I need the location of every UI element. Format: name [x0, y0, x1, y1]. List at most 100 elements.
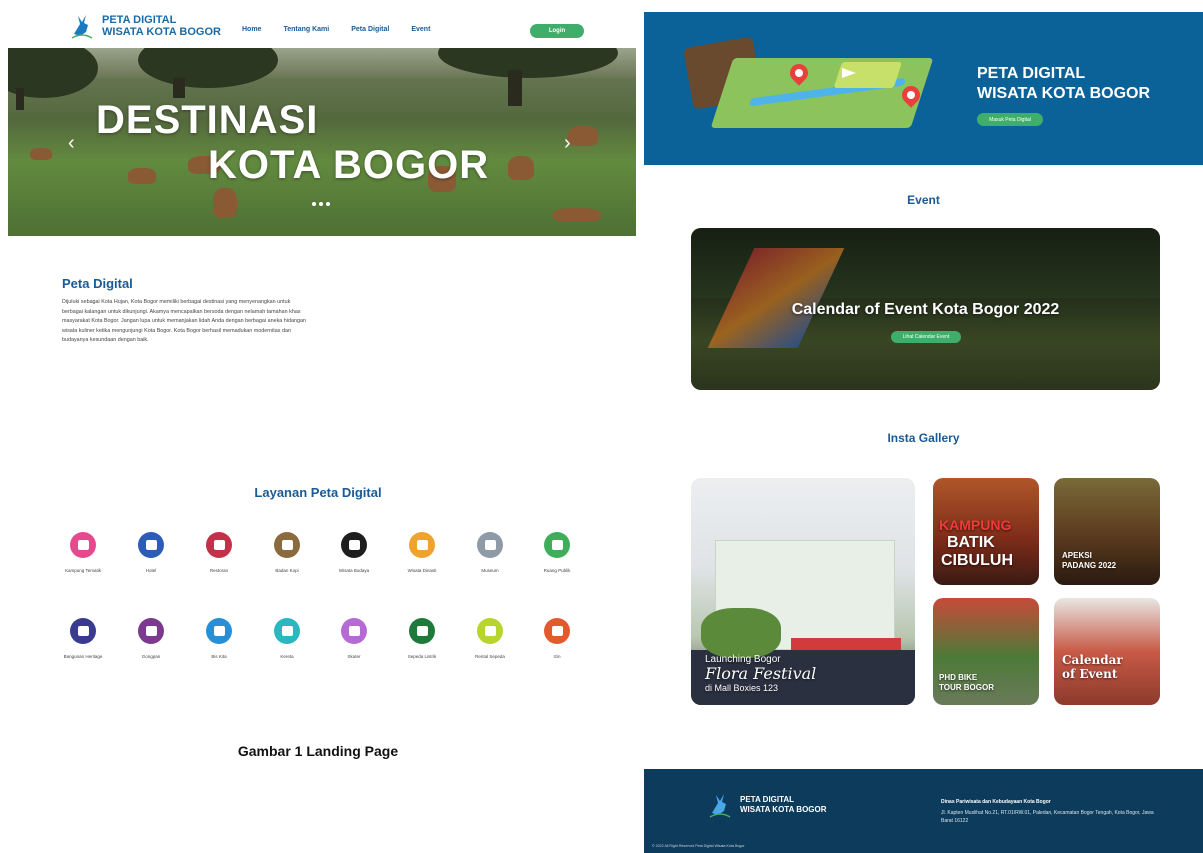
hero-trunk	[173, 78, 185, 98]
brand-logo[interactable]: PETA DIGITAL WISATA KOTA BOGOR	[68, 12, 221, 40]
banner-title: PETA DIGITAL WISATA KOTA BOGOR	[977, 64, 1150, 104]
service-item[interactable]: Gongpan	[116, 618, 186, 659]
bicycle-icon	[477, 618, 503, 644]
footer-org: Dinas Pariwisata dan Kebudayaan Kota Bog…	[941, 799, 1051, 805]
layanan-heading: Layanan Peta Digital	[254, 485, 382, 500]
figure-caption: Gambar 1 Landing Page	[237, 743, 399, 759]
service-glyph	[484, 626, 496, 636]
hero-dot[interactable]	[319, 202, 323, 206]
service-label: Restoran	[209, 568, 229, 573]
gallery-item-calendar-event[interactable]: Calendar of Event	[1054, 598, 1160, 705]
map-illustration-icon	[710, 58, 934, 128]
hero-dot[interactable]	[312, 202, 316, 206]
service-glyph	[213, 626, 225, 636]
event-card[interactable]: Calendar of Event Kota Bogor 2022 Lihat …	[691, 228, 1160, 390]
service-label: Badan Kopi	[275, 568, 299, 573]
login-button[interactable]: Login	[530, 24, 584, 38]
hero-banner: PETA DIGITAL WISATA KOTA BOGOR Masuk Pet…	[644, 12, 1203, 165]
banner-title-line1: PETA DIGITAL	[977, 65, 1086, 82]
service-label: Gongpan	[141, 654, 161, 659]
permit-icon	[544, 618, 570, 644]
service-item[interactable]: Kereta	[252, 618, 322, 659]
lihat-calendar-event-button[interactable]: Lihat Calendar Event	[891, 331, 961, 343]
nav-peta-digital[interactable]: Peta Digital	[351, 26, 389, 33]
gallery-text: APEKSI	[1062, 551, 1092, 560]
event-card-title: Calendar of Event Kota Bogor 2022	[791, 301, 1060, 318]
service-label: Ruang Publik	[543, 568, 571, 573]
service-item[interactable]: Kampung Tematik	[48, 532, 118, 573]
service-item[interactable]: Restoran	[184, 532, 254, 573]
gallery-text: BATIK	[947, 534, 995, 551]
service-item[interactable]: Museum	[455, 532, 525, 573]
hero-deer	[30, 148, 52, 160]
gallery-item-bike-tour[interactable]: PHD BIKE TOUR BOGOR	[933, 598, 1039, 705]
masuk-peta-digital-button[interactable]: Masuk Peta Digital	[977, 113, 1043, 126]
service-item[interactable]: Rental Sepeda	[455, 618, 525, 659]
gallery-item-apeksi[interactable]: APEKSI PADANG 2022	[1054, 478, 1160, 585]
service-glyph	[213, 540, 225, 550]
bus-icon	[206, 618, 232, 644]
restaurant-icon	[206, 532, 232, 558]
service-glyph	[551, 626, 563, 636]
service-item[interactable]: Hotel	[116, 532, 186, 573]
footer-brand[interactable]: PETA DIGITAL WISATA KOTA BOGOR	[706, 791, 827, 819]
gallery-text: PADANG 2022	[1062, 561, 1117, 570]
house-icon	[70, 532, 96, 558]
hero-carousel: DESTINASI KOTA BOGOR ‹ ›	[8, 48, 636, 236]
landing-page-right: PETA DIGITAL WISATA KOTA BOGOR Masuk Pet…	[644, 12, 1203, 853]
service-item[interactable]: Wisata Dinasti	[387, 532, 457, 573]
hero-deer	[568, 126, 598, 146]
gallery-item-flora-festival[interactable]: Launching Bogor Flora Festival di Mall B…	[691, 478, 915, 705]
paper-plane-icon	[842, 68, 856, 78]
service-glyph	[281, 540, 293, 550]
service-item[interactable]: Badan Kopi	[252, 532, 322, 573]
hero-next-arrow-icon[interactable]: ›	[564, 132, 571, 155]
site-footer: PETA DIGITAL WISATA KOTA BOGOR Dinas Par…	[644, 769, 1203, 853]
service-item[interactable]: Bangunan Heritage	[48, 618, 118, 659]
service-label: Skuter	[347, 654, 361, 659]
service-label: Kereta	[280, 654, 294, 659]
gallery-item-kampung-batik[interactable]: KAMPUNG BATIK CIBULUH	[933, 478, 1039, 585]
service-label: Kampung Tematik	[65, 568, 101, 573]
footer-copyright: © 2022 All Right Reserved Peta Digital W…	[652, 844, 745, 848]
gallery-text: of Event	[1062, 667, 1118, 681]
gallery-text: KAMPUNG	[939, 517, 1012, 533]
brand-line2: WISATA KOTA BOGOR	[102, 26, 221, 38]
gallery-text: TOUR BOGOR	[939, 683, 994, 692]
museum-icon	[477, 532, 503, 558]
gallery-text: Flora Festival	[705, 664, 817, 683]
service-item[interactable]: Sepeda Listrik	[387, 618, 457, 659]
service-item[interactable]: Izin	[522, 618, 592, 659]
footer-brand-line2: WISATA KOTA BOGOR	[740, 805, 827, 814]
public-space-icon	[544, 532, 570, 558]
nav-event[interactable]: Event	[411, 26, 430, 33]
peta-digital-description: Dijuluki sebagai Kota Hujan, Kota Bogor …	[62, 299, 306, 344]
gallery-flowers	[701, 608, 781, 658]
service-item[interactable]: Ruang Publik	[522, 532, 592, 573]
hero-prev-arrow-icon[interactable]: ‹	[68, 132, 75, 155]
gallery-text: CIBULUH	[941, 552, 1013, 569]
service-item[interactable]: Wisata Budaya	[319, 532, 389, 573]
brand-text: PETA DIGITAL WISATA KOTA BOGOR	[102, 14, 221, 38]
nav-menu: Home Tentang Kami Peta Digital Event	[242, 26, 452, 33]
service-label: Bangunan Heritage	[63, 654, 103, 659]
service-label: Wisata Budaya	[338, 568, 370, 573]
dynasty-icon	[409, 532, 435, 558]
hero-trunk	[508, 70, 522, 106]
hero-pagination	[312, 202, 333, 206]
coffee-icon	[274, 532, 300, 558]
nav-tentang-kami[interactable]: Tentang Kami	[283, 26, 329, 33]
hero-dot[interactable]	[326, 202, 330, 206]
hero-trunk	[16, 88, 24, 110]
gallery-text: Calendar	[1062, 653, 1123, 667]
scooter-icon	[341, 618, 367, 644]
service-item[interactable]: Bis Kita	[184, 618, 254, 659]
hero-deer	[508, 156, 534, 180]
deer-logo-icon	[71, 15, 93, 39]
service-item[interactable]: Skuter	[319, 618, 389, 659]
service-label: Sepeda Listrik	[407, 654, 437, 659]
service-label: Rental Sepeda	[475, 654, 505, 659]
event-heading: Event	[907, 193, 940, 207]
nav-home[interactable]: Home	[242, 26, 261, 33]
deer-logo-icon	[709, 794, 731, 818]
